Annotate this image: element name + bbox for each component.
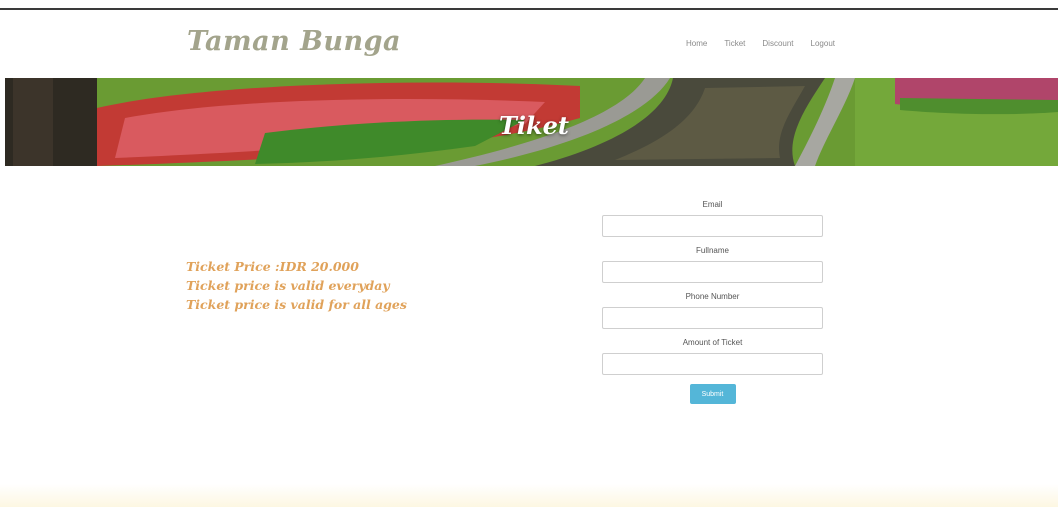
ticket-amount-field[interactable] xyxy=(602,353,823,375)
valid-all-ages-text: Ticket price is valid for all ages xyxy=(186,297,407,312)
ticket-info: Ticket Price :IDR 20.000 Ticket price is… xyxy=(186,257,407,314)
brand-logo[interactable]: Taman Bunga xyxy=(187,26,401,57)
top-border xyxy=(0,8,1058,10)
nav-ticket-link[interactable]: Ticket xyxy=(724,39,745,48)
fullname-field[interactable] xyxy=(602,261,823,283)
nav-home-link[interactable]: Home xyxy=(686,39,707,48)
submit-button[interactable]: Submit xyxy=(689,384,736,404)
ticket-form: Email Fullname Phone Number Amount of Ti… xyxy=(602,200,823,404)
valid-everyday-text: Ticket price is valid everyday xyxy=(186,278,390,293)
nav-discount-link[interactable]: Discount xyxy=(762,39,793,48)
ticket-price-text: Ticket Price :IDR 20.000 xyxy=(186,259,359,274)
phone-number-field[interactable] xyxy=(602,307,823,329)
email-field[interactable] xyxy=(602,215,823,237)
fullname-label: Fullname xyxy=(696,246,729,255)
email-label: Email xyxy=(702,200,723,209)
hero-title: Tiket xyxy=(499,111,569,140)
main-nav: Home Ticket Discount Logout xyxy=(686,39,852,48)
phone-number-label: Phone Number xyxy=(685,292,740,301)
ticket-amount-label: Amount of Ticket xyxy=(682,338,743,347)
nav-logout-link[interactable]: Logout xyxy=(811,39,835,48)
footer-strip xyxy=(0,484,1058,507)
